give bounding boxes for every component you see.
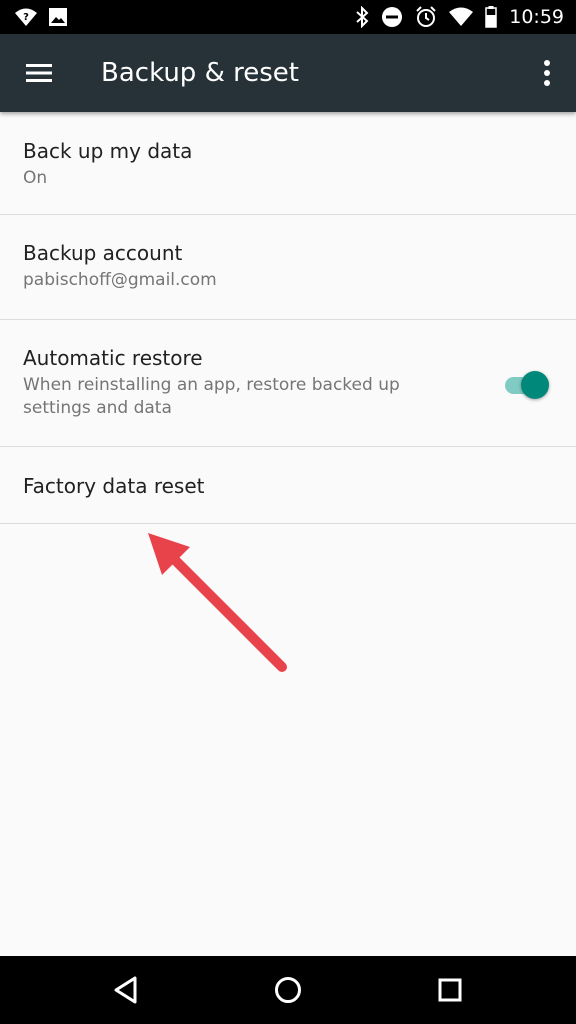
setting-automatic-restore[interactable]: Automatic restore When reinstalling an a… bbox=[0, 320, 576, 447]
setting-back-up-my-data[interactable]: Back up my data On bbox=[0, 112, 576, 215]
status-time: 10:59 bbox=[509, 6, 564, 28]
setting-backup-account[interactable]: Backup account pabischoff@gmail.com bbox=[0, 215, 576, 320]
setting-title: Back up my data bbox=[23, 139, 193, 163]
hamburger-menu-icon[interactable] bbox=[22, 56, 56, 90]
back-icon[interactable] bbox=[106, 970, 146, 1010]
setting-title: Factory data reset bbox=[23, 474, 205, 498]
page-title: Backup & reset bbox=[101, 58, 299, 88]
settings-list: Back up my data On Backup account pabisc… bbox=[0, 112, 576, 524]
setting-summary: When reinstalling an app, restore backed… bbox=[23, 374, 576, 420]
app-bar: Backup & reset bbox=[0, 34, 576, 112]
bluetooth-icon bbox=[355, 6, 369, 28]
image-icon bbox=[48, 7, 68, 27]
nav-bar bbox=[0, 956, 576, 1024]
setting-title: Automatic restore bbox=[23, 346, 203, 370]
recents-icon[interactable] bbox=[430, 970, 470, 1010]
setting-summary-line: When reinstalling an app, restore backed… bbox=[23, 375, 400, 395]
setting-title: Backup account bbox=[23, 241, 183, 265]
home-icon[interactable] bbox=[268, 970, 308, 1010]
signal-question-icon: ? bbox=[14, 6, 38, 28]
automatic-restore-toggle[interactable] bbox=[505, 370, 549, 399]
alarm-icon bbox=[415, 6, 437, 28]
setting-summary: On bbox=[23, 168, 48, 188]
setting-summary-line: settings and data bbox=[23, 398, 172, 418]
wifi-icon bbox=[449, 7, 474, 27]
more-vert-icon[interactable] bbox=[536, 56, 558, 90]
svg-text:?: ? bbox=[23, 12, 29, 23]
toggle-thumb bbox=[521, 371, 549, 399]
annotation-arrow bbox=[148, 533, 287, 672]
setting-summary: pabischoff@gmail.com bbox=[23, 270, 217, 290]
status-bar: ? 10:59 bbox=[0, 0, 576, 34]
battery-icon bbox=[485, 6, 497, 28]
setting-factory-data-reset[interactable]: Factory data reset bbox=[0, 447, 576, 524]
do-not-disturb-icon bbox=[381, 6, 403, 28]
